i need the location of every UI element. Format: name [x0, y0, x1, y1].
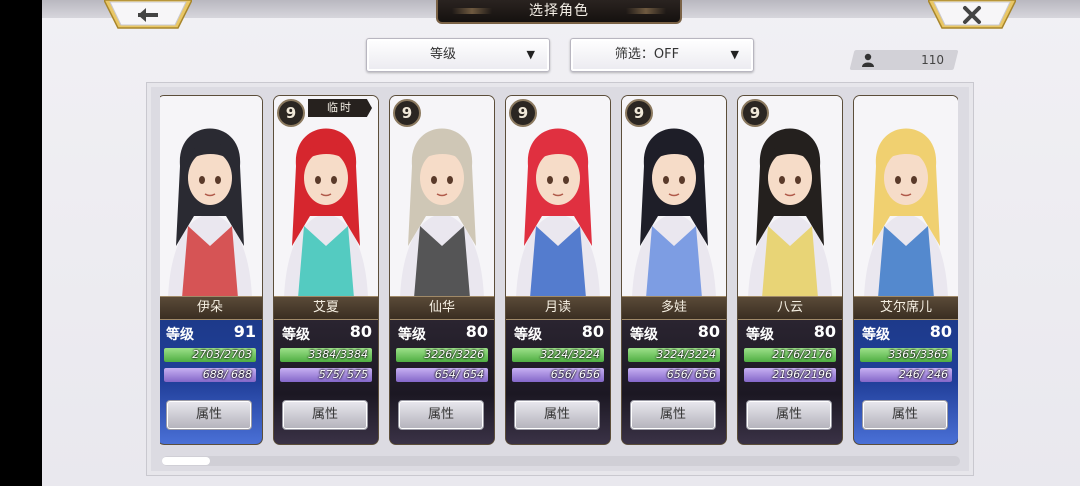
mp-bar: 575/ 575 [280, 368, 372, 382]
rank-badge-icon: 9 [741, 99, 769, 127]
level-value: 80 [697, 322, 720, 341]
mp-bar: 654/ 654 [396, 368, 488, 382]
temporary-tag: 临时 [308, 99, 372, 117]
attributes-button[interactable]: 属性 [746, 400, 832, 430]
character-portrait [160, 96, 262, 298]
hp-bar-text: 3384/3384 [308, 348, 368, 361]
attributes-button[interactable]: 属性 [514, 400, 600, 430]
back-button[interactable] [104, 0, 192, 30]
level-value: 80 [465, 322, 488, 341]
character-stats: 等级 91 2703/2703 688/ 688 属性 [160, 320, 262, 444]
hp-bar-text: 3226/3226 [424, 348, 484, 361]
mp-bar-text: 654/ 654 [434, 368, 484, 381]
character-name: 八云 [738, 296, 842, 320]
hp-bar: 3226/3226 [396, 348, 488, 362]
roster-count-value: 110 [921, 53, 944, 67]
character-card[interactable]: 9 月读等级 80 3224/3224 656/ 656 属性 [506, 96, 610, 444]
level-label: 等级 [514, 327, 542, 343]
mp-bar: 656/ 656 [628, 368, 720, 382]
character-name: 月读 [506, 296, 610, 320]
character-stats: 等级 80 2176/2176 2196/2196 属性 [738, 320, 842, 444]
character-card[interactable]: 9 仙华等级 80 3226/3226 654/ 654 属性 [390, 96, 494, 444]
scrollbar-thumb[interactable] [162, 457, 210, 465]
hp-bar: 2176/2176 [744, 348, 836, 362]
character-name: 仙华 [390, 296, 494, 320]
character-stats: 等级 80 3226/3226 654/ 654 属性 [390, 320, 494, 444]
level-label: 等级 [630, 327, 658, 343]
character-card[interactable]: 9 临时艾夏等级 80 3384/3384 575/ 575 属性 [274, 96, 378, 444]
rank-badge-icon: 9 [393, 99, 421, 127]
hp-bar: 3224/3224 [628, 348, 720, 362]
hp-bar-text: 3365/3365 [888, 348, 948, 361]
attributes-button[interactable]: 属性 [630, 400, 716, 430]
character-stats: 等级 80 3365/3365 246/ 246 属性 [854, 320, 958, 444]
character-card[interactable]: 伊朵等级 91 2703/2703 688/ 688 属性 [160, 96, 262, 444]
attributes-button[interactable]: 属性 [398, 400, 484, 430]
character-name: 多娃 [622, 296, 726, 320]
level-value: 80 [349, 322, 372, 341]
mp-bar-text: 656/ 656 [666, 368, 716, 381]
sort-dropdown-label: 等级 [429, 47, 456, 62]
chevron-down-icon: ▼ [730, 48, 739, 61]
hp-bar-text: 3224/3224 [540, 348, 600, 361]
character-stats: 等级 80 3384/3384 575/ 575 属性 [274, 320, 378, 444]
mp-bar-text: 688/ 688 [202, 368, 252, 381]
rank-badge-icon: 9 [625, 99, 653, 127]
hp-bar: 3365/3365 [860, 348, 952, 362]
mp-bar: 688/ 688 [164, 368, 256, 382]
character-portrait [854, 96, 958, 298]
hp-bar: 3224/3224 [512, 348, 604, 362]
horizontal-scrollbar[interactable] [162, 456, 960, 466]
close-button[interactable] [928, 0, 1016, 30]
character-select-screen: 选择角色 等级 ▼ 筛选：OFF ▼ 110 伊朵 等级 91 2703/2703 68… [42, 0, 1080, 486]
filter-dropdown[interactable]: 筛选：OFF ▼ [570, 38, 754, 72]
mp-bar-text: 2196/2196 [772, 368, 832, 381]
hp-bar-text: 2703/2703 [192, 348, 252, 361]
roster-count: 110 [849, 50, 959, 70]
character-card-list[interactable]: 伊朵 等级 91 2703/2703 688/ 688 属性 9 临时 艾夏 等级 80 3384/3… [160, 92, 958, 452]
character-card[interactable]: 艾尔席儿等级 80 3365/3365 246/ 246 属性 [854, 96, 958, 444]
character-card[interactable]: 9 多娃等级 80 3224/3224 656/ 656 属性 [622, 96, 726, 444]
attributes-button[interactable]: 属性 [166, 400, 252, 430]
level-value: 80 [581, 322, 604, 341]
character-stats: 等级 80 3224/3224 656/ 656 属性 [506, 320, 610, 444]
chevron-down-icon: ▼ [526, 48, 535, 61]
close-x-icon [928, 0, 1016, 29]
page-title: 选择角色 [436, 0, 682, 24]
level-label: 等级 [166, 327, 194, 343]
filter-dropdown-label: 筛选：OFF [614, 47, 680, 62]
character-name: 艾尔席儿 [854, 296, 958, 320]
mp-bar: 246/ 246 [860, 368, 952, 382]
hp-bar: 3384/3384 [280, 348, 372, 362]
mp-bar-text: 246/ 246 [898, 368, 948, 381]
hp-bar: 2703/2703 [164, 348, 256, 362]
level-value: 80 [929, 322, 952, 341]
person-icon [862, 53, 874, 67]
sort-dropdown[interactable]: 等级 ▼ [366, 38, 550, 72]
rank-badge-icon: 9 [509, 99, 537, 127]
character-name: 伊朵 [160, 296, 262, 320]
level-label: 等级 [746, 327, 774, 343]
mp-bar-text: 656/ 656 [550, 368, 600, 381]
level-value: 91 [233, 322, 256, 341]
character-card[interactable]: 9 八云等级 80 2176/2176 2196/2196 属性 [738, 96, 842, 444]
back-arrow-icon [104, 0, 192, 29]
hp-bar-text: 2176/2176 [772, 348, 832, 361]
level-label: 等级 [862, 327, 890, 343]
rank-badge-icon: 9 [277, 99, 305, 127]
attributes-button[interactable]: 属性 [862, 400, 948, 430]
attributes-button[interactable]: 属性 [282, 400, 368, 430]
mp-bar: 2196/2196 [744, 368, 836, 382]
level-label: 等级 [282, 327, 310, 343]
character-stats: 等级 80 3224/3224 656/ 656 属性 [622, 320, 726, 444]
mp-bar: 656/ 656 [512, 368, 604, 382]
mp-bar-text: 575/ 575 [318, 368, 368, 381]
level-label: 等级 [398, 327, 426, 343]
hp-bar-text: 3224/3224 [656, 348, 716, 361]
level-value: 80 [813, 322, 836, 341]
character-name: 艾夏 [274, 296, 378, 320]
